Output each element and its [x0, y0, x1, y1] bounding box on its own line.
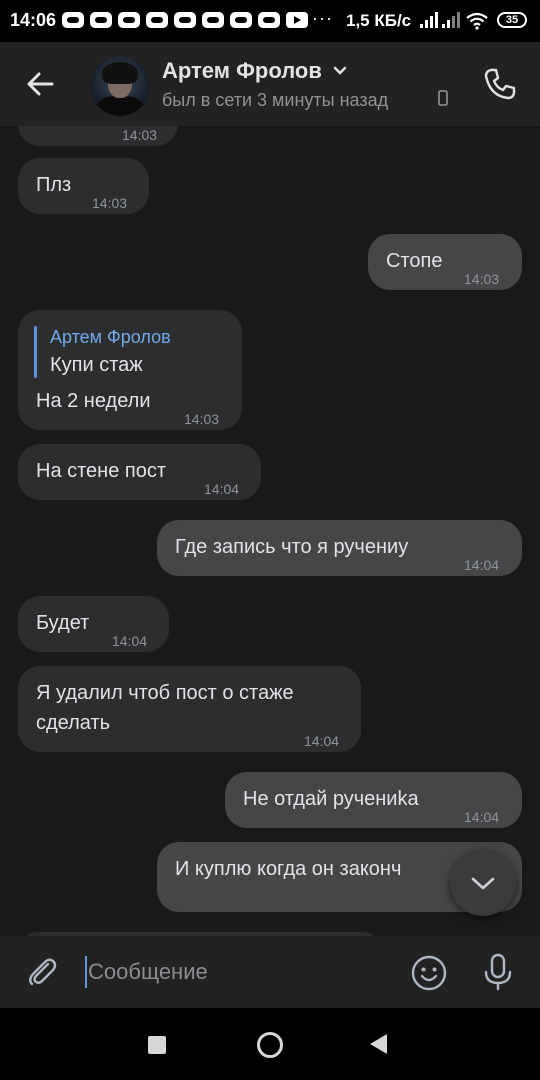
system-back-button[interactable]	[370, 1034, 387, 1054]
vk-notification-icon	[62, 12, 84, 28]
message-outgoing[interactable]: Не отдай ручениka 14:04	[225, 772, 522, 828]
more-notifications-icon: ···	[312, 8, 333, 28]
message-time: 14:04	[112, 633, 148, 649]
message-incoming-reply[interactable]: Артем Фролов Купи стаж На 2 недели 14:03	[18, 310, 242, 430]
avatar[interactable]	[90, 56, 150, 116]
paperclip-icon[interactable]	[24, 954, 60, 990]
message-time: 14:03	[184, 411, 220, 427]
avatar-hair	[102, 62, 138, 84]
call-icon[interactable]	[480, 64, 520, 104]
vk-notification-icon	[258, 12, 280, 28]
chevron-down-icon[interactable]	[333, 66, 347, 76]
status-bar: 14:06 ··· 1,5 КБ/с 35	[0, 0, 540, 42]
home-button[interactable]	[257, 1032, 283, 1058]
message-time: 14:04	[204, 481, 240, 497]
signal-icon	[442, 12, 460, 28]
message-time: 14:03	[122, 127, 158, 143]
reply-author[interactable]: Артем Фролов	[50, 322, 171, 352]
microphone-icon[interactable]	[480, 952, 516, 992]
reply-text: Купи стаж	[50, 354, 143, 376]
vk-notification-icon	[202, 12, 224, 28]
message-text: Будет	[36, 612, 90, 634]
back-arrow-icon[interactable]	[22, 64, 62, 104]
chat-header: Артем Фролов был в сети 3 минуты назад	[0, 42, 540, 126]
message-text: На 2 недели	[36, 390, 151, 412]
contact-name[interactable]: Артем Фролов	[162, 58, 322, 84]
avatar-body	[96, 96, 144, 116]
scroll-to-bottom-button[interactable]	[450, 850, 516, 916]
vk-notification-icon	[230, 12, 252, 28]
text-cursor	[85, 956, 87, 988]
status-time: 14:06	[10, 10, 57, 30]
message-input[interactable]	[84, 952, 388, 992]
message-incoming[interactable]: Плз 14:03	[18, 158, 149, 214]
wifi-icon	[466, 12, 488, 30]
message-text: Стопе	[386, 250, 443, 272]
message-outgoing[interactable]: Где запись что я ручениу 14:04	[157, 520, 522, 576]
message-text: И куплю когда он законч	[175, 858, 402, 880]
message-text: Где запись что я ручениу	[175, 536, 409, 558]
vk-notification-icon	[146, 12, 168, 28]
message-text: Не отдай ручениka	[243, 788, 419, 810]
vk-notification-icon	[174, 12, 196, 28]
reply-quote-bar	[34, 326, 37, 378]
message-time: 14:04	[464, 557, 500, 573]
message-text: На стене пост	[36, 460, 167, 482]
emoji-icon[interactable]	[410, 954, 448, 992]
message-text: Плз	[36, 174, 72, 196]
message-outgoing[interactable]: Стопе 14:03	[368, 234, 522, 290]
recents-button[interactable]	[148, 1036, 166, 1054]
message-incoming[interactable]: 14:03	[18, 126, 178, 146]
battery-icon: 35	[497, 12, 527, 28]
last-seen-status: был в сети 3 минуты назад	[162, 90, 389, 110]
message-time: 14:03	[92, 195, 128, 211]
chevron-down-icon	[471, 877, 495, 890]
message-incoming[interactable]: Будет 14:04	[18, 596, 169, 652]
message-text-line: Я удалил чтоб пост о стаже	[36, 682, 294, 704]
message-composer	[0, 936, 540, 1008]
message-incoming[interactable]: Я удалил чтоб пост о стаже сделать 14:04	[18, 666, 361, 752]
system-navigation-bar	[0, 1008, 540, 1080]
message-time: 14:03	[464, 271, 500, 287]
mobile-phone-icon	[438, 90, 448, 106]
network-speed: 1,5 КБ/с	[346, 11, 412, 30]
signal-icon	[420, 12, 438, 28]
message-text-line: сделать	[36, 712, 111, 734]
youtube-notification-icon	[286, 12, 308, 28]
vk-notification-icon	[90, 12, 112, 28]
notification-icons	[62, 12, 308, 28]
message-time: 14:04	[304, 733, 340, 749]
vk-notification-icon	[118, 12, 140, 28]
message-list[interactable]: 14:03 Плз 14:03 Стопе 14:03 Артем Фролов…	[0, 126, 540, 936]
message-incoming[interactable]: На стене пост 14:04	[18, 444, 261, 500]
message-time: 14:04	[464, 809, 500, 825]
